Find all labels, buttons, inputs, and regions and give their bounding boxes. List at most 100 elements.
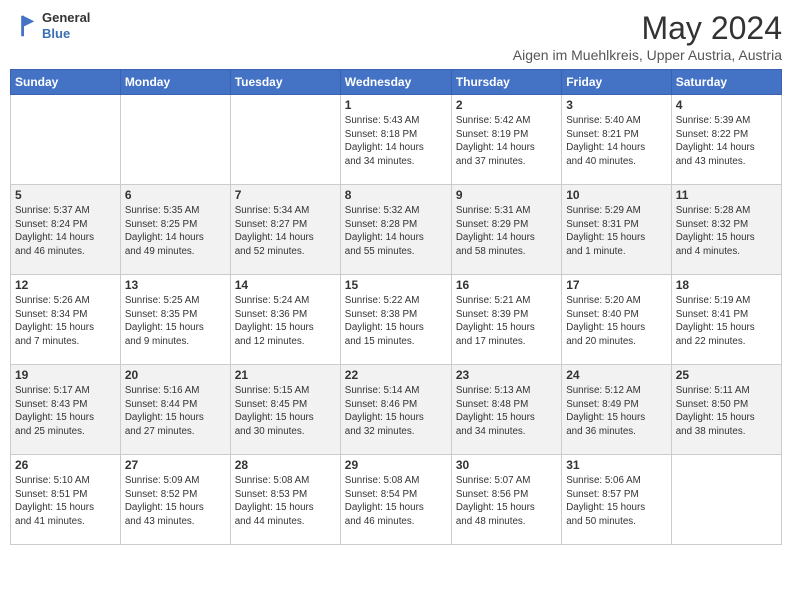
day-number: 17 <box>566 278 667 292</box>
calendar-cell: 5 Sunrise: 5:37 AMSunset: 8:24 PMDaylight… <box>11 185 121 275</box>
day-number: 29 <box>345 458 447 472</box>
calendar-cell: 12Sunrise: 5:26 AMSunset: 8:34 PMDayligh… <box>11 275 121 365</box>
calendar-cell: 21 Sunrise: 5:15 AMSunset: 8:45 PMDayligh… <box>230 365 340 455</box>
calendar-cell: 11 Sunrise: 5:28 AMSunset: 8:32 PMDayligh… <box>671 185 781 275</box>
day-info: Sunrise: 5:08 AMSunset: 8:54 PMDaylight:… <box>345 474 447 529</box>
day-info: Sunrise: 5:08 AMSunset: 8:53 PMDaylight:… <box>235 474 336 529</box>
calendar-cell: 22 Sunrise: 5:14 AMSunset: 8:46 PMDayligh… <box>340 365 451 455</box>
day-number: 20 <box>125 368 226 382</box>
day-number: 1 <box>345 98 447 112</box>
calendar-week-5: 26Sunrise: 5:10 AMSunset: 8:51 PMDayligh… <box>11 455 782 545</box>
calendar-cell <box>11 95 121 185</box>
day-info: Sunrise: 5:29 AMSunset: 8:31 PMDaylight:… <box>566 204 667 259</box>
day-number: 3 <box>566 98 667 112</box>
calendar-week-1: 1 Sunrise: 5:43 AMSunset: 8:18 PMDaylight… <box>11 95 782 185</box>
day-number: 30 <box>456 458 557 472</box>
day-info: Sunrise: 5:28 AMSunset: 8:32 PMDaylight:… <box>676 204 777 259</box>
calendar-cell: 23 Sunrise: 5:13 AMSunset: 8:48 PMDayligh… <box>451 365 561 455</box>
day-header-saturday: Saturday <box>671 70 781 95</box>
day-number: 21 <box>235 368 336 382</box>
day-info: Sunrise: 5:22 AMSunset: 8:38 PMDaylight:… <box>345 294 447 349</box>
day-info: Sunrise: 5:25 AMSunset: 8:35 PMDaylight:… <box>125 294 226 349</box>
day-number: 13 <box>125 278 226 292</box>
calendar-cell: 19Sunrise: 5:17 AMSunset: 8:43 PMDayligh… <box>11 365 121 455</box>
day-number: 2 <box>456 98 557 112</box>
day-info: Sunrise: 5:09 AMSunset: 8:52 PMDaylight:… <box>125 474 226 529</box>
logo-icon <box>10 12 38 40</box>
calendar-cell: 9Sunrise: 5:31 AMSunset: 8:29 PMDaylight… <box>451 185 561 275</box>
calendar-cell: 4 Sunrise: 5:39 AMSunset: 8:22 PMDaylight… <box>671 95 781 185</box>
day-info: Sunrise: 5:15 AMSunset: 8:45 PMDaylight:… <box>235 384 336 439</box>
calendar-cell: 29 Sunrise: 5:08 AMSunset: 8:54 PMDayligh… <box>340 455 451 545</box>
day-number: 7 <box>235 188 336 202</box>
day-number: 10 <box>566 188 667 202</box>
day-info: Sunrise: 5:34 AMSunset: 8:27 PMDaylight:… <box>235 204 336 259</box>
calendar-cell: 31 Sunrise: 5:06 AMSunset: 8:57 PMDayligh… <box>562 455 672 545</box>
day-number: 25 <box>676 368 777 382</box>
calendar-cell: 18 Sunrise: 5:19 AMSunset: 8:41 PMDayligh… <box>671 275 781 365</box>
logo-general-text: General <box>42 10 90 26</box>
day-info: Sunrise: 5:39 AMSunset: 8:22 PMDaylight:… <box>676 114 777 169</box>
calendar-cell: 14 Sunrise: 5:24 AMSunset: 8:36 PMDayligh… <box>230 275 340 365</box>
day-number: 24 <box>566 368 667 382</box>
day-info: Sunrise: 5:21 AMSunset: 8:39 PMDaylight:… <box>456 294 557 349</box>
day-info: Sunrise: 5:11 AMSunset: 8:50 PMDaylight:… <box>676 384 777 439</box>
calendar-cell: 2 Sunrise: 5:42 AMSunset: 8:19 PMDaylight… <box>451 95 561 185</box>
day-info: Sunrise: 5:12 AMSunset: 8:49 PMDaylight:… <box>566 384 667 439</box>
calendar-week-4: 19Sunrise: 5:17 AMSunset: 8:43 PMDayligh… <box>11 365 782 455</box>
day-number: 8 <box>345 188 447 202</box>
day-number: 16 <box>456 278 557 292</box>
day-number: 18 <box>676 278 777 292</box>
day-info: Sunrise: 5:43 AMSunset: 8:18 PMDaylight:… <box>345 114 447 169</box>
calendar-cell <box>230 95 340 185</box>
day-info: Sunrise: 5:37 AMSunset: 8:24 PMDaylight:… <box>15 204 116 259</box>
calendar-cell: 26Sunrise: 5:10 AMSunset: 8:51 PMDayligh… <box>11 455 121 545</box>
day-number: 27 <box>125 458 226 472</box>
day-number: 14 <box>235 278 336 292</box>
calendar-cell: 13 Sunrise: 5:25 AMSunset: 8:35 PMDayligh… <box>120 275 230 365</box>
day-info: Sunrise: 5:24 AMSunset: 8:36 PMDaylight:… <box>235 294 336 349</box>
day-number: 4 <box>676 98 777 112</box>
day-number: 19 <box>15 368 116 382</box>
day-info: Sunrise: 5:40 AMSunset: 8:21 PMDaylight:… <box>566 114 667 169</box>
calendar-cell: 1 Sunrise: 5:43 AMSunset: 8:18 PMDaylight… <box>340 95 451 185</box>
calendar-header: SundayMondayTuesdayWednesdayThursdayFrid… <box>11 70 782 95</box>
calendar-cell: 20 Sunrise: 5:16 AMSunset: 8:44 PMDayligh… <box>120 365 230 455</box>
day-info: Sunrise: 5:35 AMSunset: 8:25 PMDaylight:… <box>125 204 226 259</box>
day-number: 9 <box>456 188 557 202</box>
day-header-tuesday: Tuesday <box>230 70 340 95</box>
day-info: Sunrise: 5:42 AMSunset: 8:19 PMDaylight:… <box>456 114 557 169</box>
logo: General Blue <box>10 10 90 41</box>
logo-text: General Blue <box>42 10 90 41</box>
calendar-cell: 24 Sunrise: 5:12 AMSunset: 8:49 PMDayligh… <box>562 365 672 455</box>
day-number: 22 <box>345 368 447 382</box>
day-header-thursday: Thursday <box>451 70 561 95</box>
day-number: 11 <box>676 188 777 202</box>
day-info: Sunrise: 5:26 AMSunset: 8:34 PMDaylight:… <box>15 294 116 349</box>
calendar-week-3: 12Sunrise: 5:26 AMSunset: 8:34 PMDayligh… <box>11 275 782 365</box>
day-number: 5 <box>15 188 116 202</box>
logo-blue-text: Blue <box>42 26 90 42</box>
calendar-table: SundayMondayTuesdayWednesdayThursdayFrid… <box>10 69 782 545</box>
day-info: Sunrise: 5:14 AMSunset: 8:46 PMDaylight:… <box>345 384 447 439</box>
calendar-cell: 16 Sunrise: 5:21 AMSunset: 8:39 PMDayligh… <box>451 275 561 365</box>
calendar-cell: 25 Sunrise: 5:11 AMSunset: 8:50 PMDayligh… <box>671 365 781 455</box>
day-number: 23 <box>456 368 557 382</box>
day-info: Sunrise: 5:13 AMSunset: 8:48 PMDaylight:… <box>456 384 557 439</box>
day-info: Sunrise: 5:16 AMSunset: 8:44 PMDaylight:… <box>125 384 226 439</box>
calendar-week-2: 5 Sunrise: 5:37 AMSunset: 8:24 PMDaylight… <box>11 185 782 275</box>
day-info: Sunrise: 5:10 AMSunset: 8:51 PMDaylight:… <box>15 474 116 529</box>
day-number: 31 <box>566 458 667 472</box>
calendar-cell <box>671 455 781 545</box>
calendar-cell: 10 Sunrise: 5:29 AMSunset: 8:31 PMDayligh… <box>562 185 672 275</box>
day-header-sunday: Sunday <box>11 70 121 95</box>
day-info: Sunrise: 5:06 AMSunset: 8:57 PMDaylight:… <box>566 474 667 529</box>
calendar-cell: 28Sunrise: 5:08 AMSunset: 8:53 PMDayligh… <box>230 455 340 545</box>
calendar-cell: 15Sunrise: 5:22 AMSunset: 8:38 PMDayligh… <box>340 275 451 365</box>
day-header-monday: Monday <box>120 70 230 95</box>
day-info: Sunrise: 5:19 AMSunset: 8:41 PMDaylight:… <box>676 294 777 349</box>
calendar-cell: 6Sunrise: 5:35 AMSunset: 8:25 PMDaylight… <box>120 185 230 275</box>
location-subtitle: Aigen im Muehlkreis, Upper Austria, Aust… <box>513 47 782 63</box>
month-year-title: May 2024 <box>513 10 782 47</box>
calendar-cell: 27 Sunrise: 5:09 AMSunset: 8:52 PMDayligh… <box>120 455 230 545</box>
